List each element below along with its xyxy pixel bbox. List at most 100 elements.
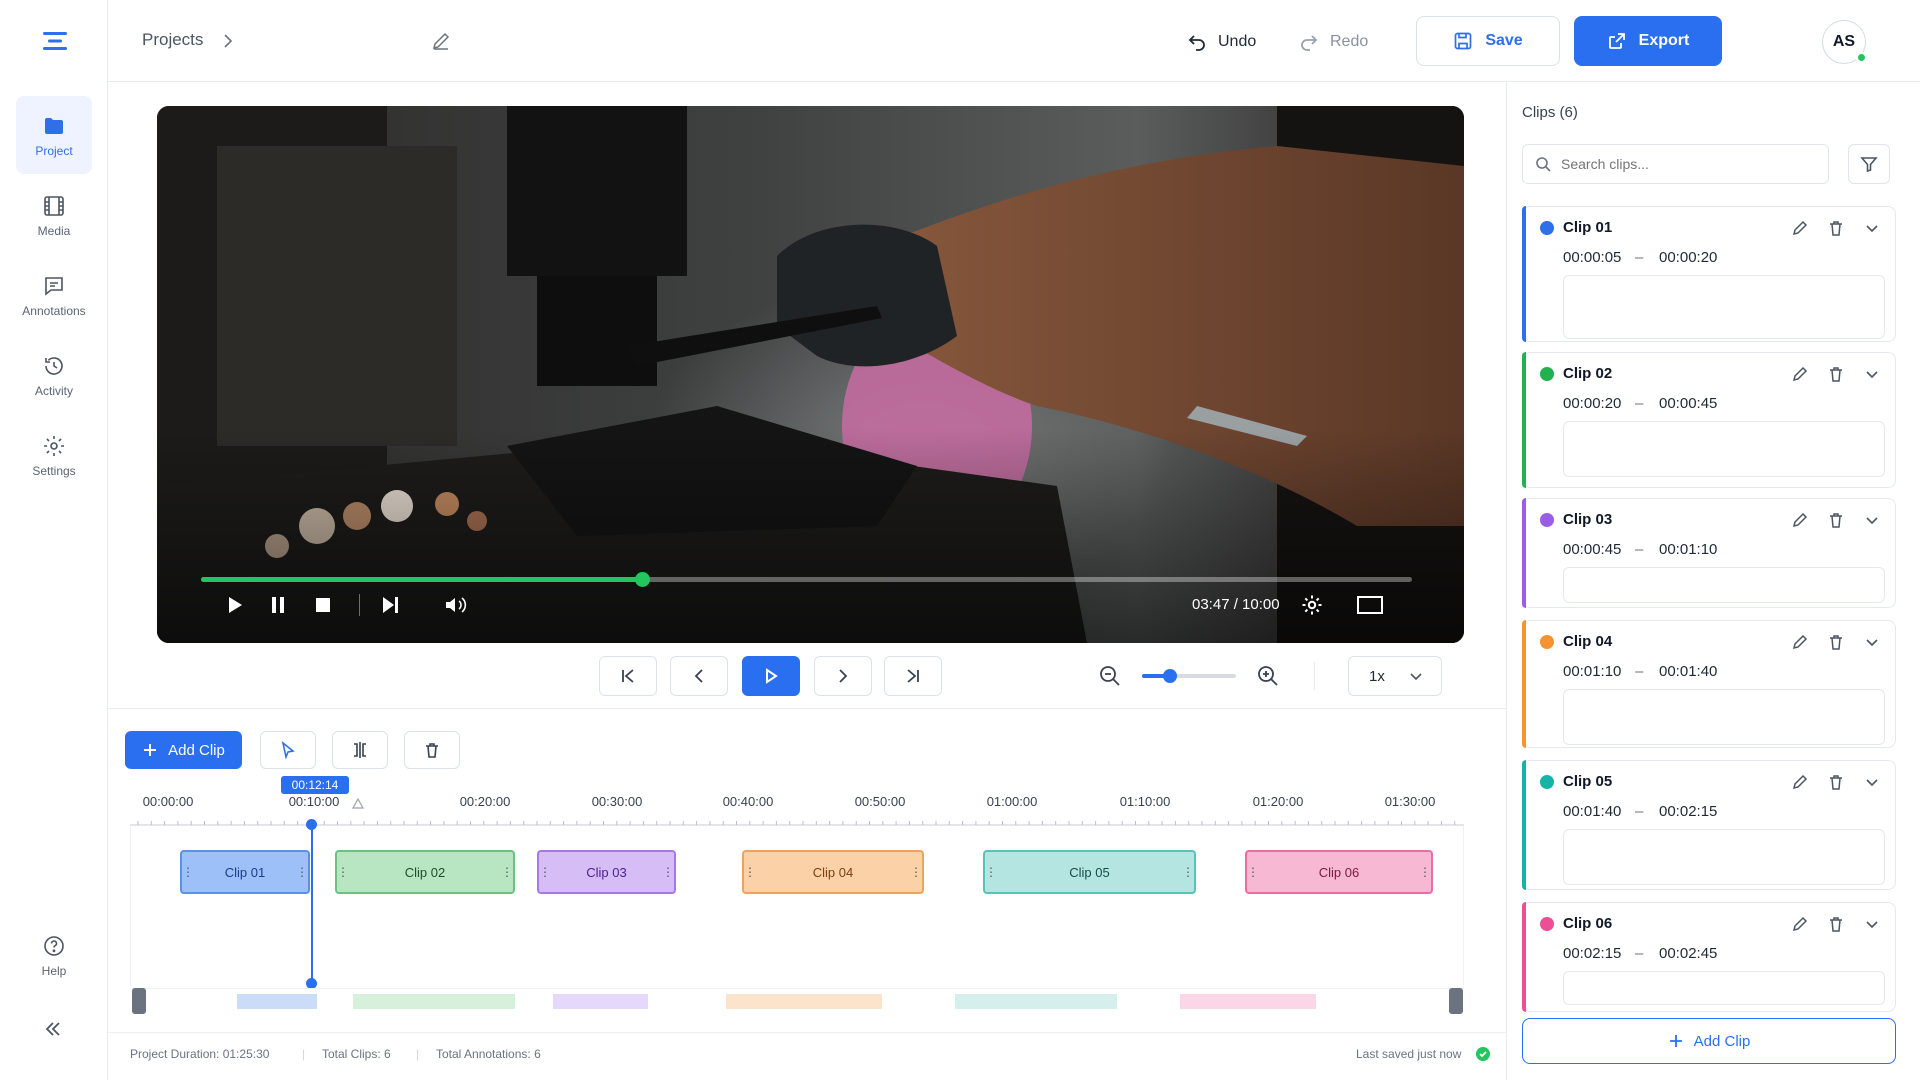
drag-handle-icon[interactable]: ⋮ (910, 852, 922, 892)
chevron-down-icon[interactable] (1863, 915, 1881, 933)
trash-icon[interactable] (1827, 773, 1845, 791)
clip-card[interactable]: Clip 04 00:01:10–00:01:40 (1522, 620, 1896, 748)
clip-note-field[interactable] (1563, 689, 1885, 745)
chevron-down-icon[interactable] (1863, 633, 1881, 651)
cursor-icon (281, 741, 295, 759)
video-progress-handle[interactable] (634, 572, 650, 587)
time-separator: – (1635, 945, 1644, 962)
trash-icon[interactable] (1827, 511, 1845, 529)
edit-icon[interactable] (1791, 915, 1809, 933)
nav-item-help[interactable]: Help (16, 916, 92, 994)
breadcrumb-projects[interactable]: Projects (142, 30, 203, 50)
edit-title-icon[interactable] (430, 30, 452, 52)
nav-item-project[interactable]: Project (16, 96, 92, 174)
add-clip-button[interactable]: Add Clip (125, 731, 242, 769)
clip-card[interactable]: Clip 05 00:01:40–00:02:15 (1522, 760, 1896, 890)
timeline-clip[interactable]: ⋮ Clip 05 ⋮ (983, 850, 1196, 894)
delete-tool-button[interactable] (404, 731, 460, 769)
timeline-clip[interactable]: ⋮ Clip 02 ⋮ (335, 850, 515, 894)
timeline-clip[interactable]: ⋮ Clip 06 ⋮ (1245, 850, 1433, 894)
drag-handle-icon[interactable]: ⋮ (182, 852, 194, 892)
drag-handle-icon[interactable]: ⋮ (337, 852, 349, 892)
playhead-line[interactable] (311, 824, 313, 984)
drag-handle-icon[interactable]: ⋮ (501, 852, 513, 892)
filter-button[interactable] (1848, 144, 1890, 184)
settings-gear-icon[interactable] (1301, 594, 1323, 616)
chevron-down-icon[interactable] (1863, 219, 1881, 237)
fullscreen-icon[interactable] (1357, 596, 1383, 614)
drag-handle-icon[interactable]: ⋮ (296, 852, 308, 892)
select-tool-button[interactable] (260, 731, 316, 769)
clip-note-field[interactable] (1563, 829, 1885, 885)
drag-handle-icon[interactable]: ⋮ (1419, 852, 1431, 892)
previous-frame-button[interactable] (670, 656, 728, 696)
clip-card[interactable]: Clip 03 00:00:45–00:01:10 (1522, 498, 1896, 608)
clip-card[interactable]: Clip 06 00:02:15–00:02:45 (1522, 902, 1896, 1012)
edit-icon[interactable] (1791, 365, 1809, 383)
stop-icon[interactable] (315, 597, 331, 613)
drag-handle-icon[interactable]: ⋮ (1247, 852, 1259, 892)
play-icon[interactable] (227, 596, 243, 614)
skip-to-end-button[interactable] (884, 656, 942, 696)
chevron-down-icon[interactable] (1863, 511, 1881, 529)
chevron-down-icon[interactable] (1863, 773, 1881, 791)
edit-icon[interactable] (1791, 773, 1809, 791)
save-button[interactable]: Save (1416, 16, 1560, 66)
nav-item-annotations[interactable]: Annotations (16, 256, 92, 334)
chevron-down-icon[interactable] (1863, 365, 1881, 383)
timeline-clip[interactable]: ⋮ Clip 01 ⋮ (180, 850, 310, 894)
zoom-out-icon[interactable] (1098, 664, 1122, 688)
redo-button[interactable]: Redo (1298, 24, 1368, 60)
clip-note-field[interactable] (1563, 971, 1885, 1005)
timeline-clip[interactable]: ⋮ Clip 03 ⋮ (537, 850, 676, 894)
edit-icon[interactable] (1791, 511, 1809, 529)
edit-icon[interactable] (1791, 633, 1809, 651)
skip-to-start-button[interactable] (599, 656, 657, 696)
collapse-sidebar-icon[interactable] (42, 1018, 64, 1040)
drag-handle-icon[interactable]: ⋮ (662, 852, 674, 892)
skip-end-icon (907, 669, 919, 683)
trash-icon (426, 743, 438, 758)
drag-handle-icon[interactable]: ⋮ (744, 852, 756, 892)
panel-add-clip-button[interactable]: Add Clip (1522, 1018, 1896, 1064)
drag-handle-icon[interactable]: ⋮ (985, 852, 997, 892)
zoom-in-icon[interactable] (1256, 664, 1280, 688)
minimap-right-handle[interactable] (1449, 988, 1463, 1014)
clip-name: Clip 02 (1563, 365, 1613, 382)
trash-icon[interactable] (1827, 633, 1845, 651)
video-player[interactable]: 03:47 / 10:00 (157, 106, 1464, 643)
skip-next-icon[interactable] (381, 596, 399, 614)
search-clips-field[interactable] (1522, 144, 1829, 184)
menu-logo-icon[interactable] (40, 30, 70, 52)
trash-icon[interactable] (1827, 365, 1845, 383)
add-clip-label: Add Clip (168, 741, 225, 759)
next-frame-button[interactable] (814, 656, 872, 696)
trash-icon[interactable] (1827, 219, 1845, 237)
undo-button[interactable]: Undo (1186, 24, 1256, 60)
nav-item-activity[interactable]: Activity (16, 336, 92, 414)
playback-speed-select[interactable]: 1x (1348, 656, 1442, 696)
timeline-clip[interactable]: ⋮ Clip 04 ⋮ (742, 850, 924, 894)
minimap-left-handle[interactable] (132, 988, 146, 1014)
nav-item-settings[interactable]: Settings (16, 416, 92, 494)
playhead-top-knob[interactable] (306, 819, 317, 830)
zoom-slider-handle[interactable] (1163, 669, 1178, 683)
search-input[interactable] (1561, 156, 1811, 172)
clip-card[interactable]: Clip 02 00:00:20–00:00:45 (1522, 352, 1896, 488)
play-button[interactable] (742, 656, 800, 696)
trash-icon[interactable] (1827, 915, 1845, 933)
split-tool-button[interactable] (332, 731, 388, 769)
video-frame (157, 106, 1464, 643)
time-separator: – (1635, 541, 1644, 558)
clip-note-field[interactable] (1563, 421, 1885, 477)
edit-icon[interactable] (1791, 219, 1809, 237)
clip-card[interactable]: Clip 01 00:00:05–00:00:20 (1522, 206, 1896, 342)
clip-note-field[interactable] (1563, 567, 1885, 603)
volume-icon[interactable] (445, 596, 467, 614)
pause-icon[interactable] (271, 596, 285, 614)
drag-handle-icon[interactable]: ⋮ (1182, 852, 1194, 892)
drag-handle-icon[interactable]: ⋮ (539, 852, 551, 892)
export-button[interactable]: Export (1574, 16, 1722, 66)
nav-item-media[interactable]: Media (16, 176, 92, 254)
clip-note-field[interactable] (1563, 275, 1885, 339)
